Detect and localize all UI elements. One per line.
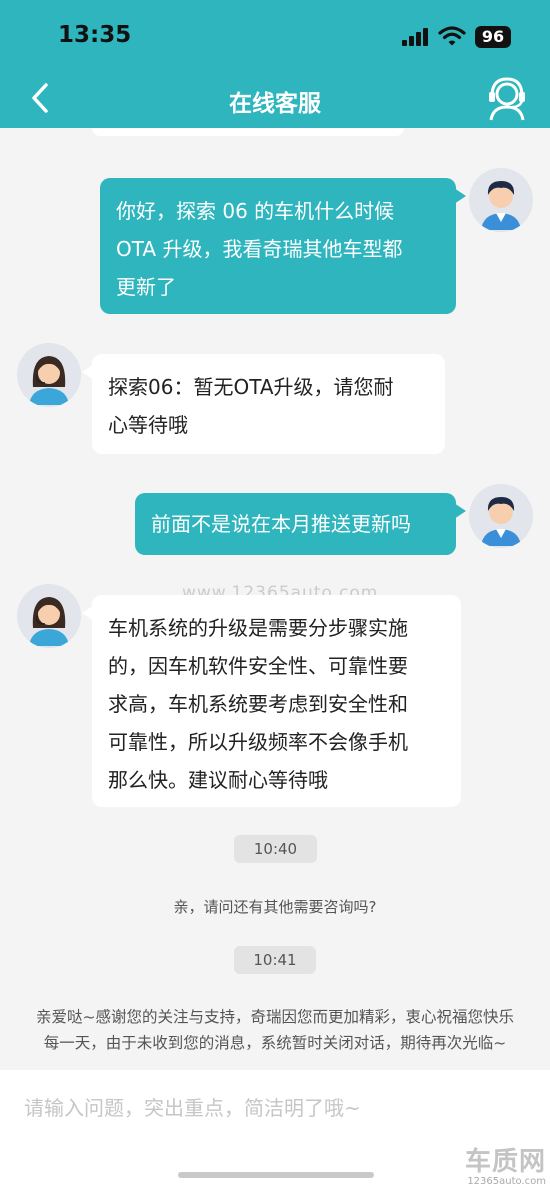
- home-indicator[interactable]: [178, 1172, 374, 1178]
- chat-messages[interactable]: 你好，探索 06 的车机什么时候 OTA 升级，我看奇瑞其他车型都 更新了 探索…: [0, 128, 550, 1070]
- agent-avatar-icon: [17, 584, 81, 648]
- user-message-bubble: 前面不是说在本月推送更新吗: [135, 493, 466, 555]
- user-message-bubble: 你好，探索 06 的车机什么时候 OTA 升级，我看奇瑞其他车型都 更新了: [100, 178, 466, 314]
- message-line: 前面不是说在本月推送更新吗: [151, 512, 411, 536]
- message-line: 的，因车机软件安全性、可靠性要: [108, 654, 408, 678]
- user-avatar-icon: [469, 484, 533, 548]
- status-time: 13:35: [58, 22, 132, 48]
- timestamp: 10:41: [234, 946, 316, 974]
- session-closed-message: 亲爱哒~感谢您的关注与支持，奇瑞因您而更加精彩，衷心祝福您快乐 每一天，由于未收…: [12, 1004, 538, 1056]
- customer-service-agent-icon[interactable]: [484, 74, 530, 122]
- message-line: 心等待哦: [108, 413, 188, 437]
- timestamp: 10:40: [234, 835, 317, 863]
- closing-line: 亲爱哒~感谢您的关注与支持，奇瑞因您而更加精彩，衷心祝福您快乐: [36, 1008, 514, 1026]
- site-logo: 车质网 12365auto.com: [462, 1148, 546, 1187]
- closing-line: 每一天，由于未收到您的消息，系统暂时关闭对话，期待再次光临~: [43, 1034, 507, 1052]
- system-message: 亲，请问还有其他需要咨询吗?: [173, 898, 377, 916]
- agent-message-bubble: 车机系统的升级是需要分步骤实施 的，因车机软件安全性、可靠性要 求高，车机系统要…: [82, 595, 461, 807]
- message-line: 求高，车机系统要考虑到安全性和: [108, 692, 408, 716]
- logo-text: 车质网: [464, 1147, 546, 1177]
- page-title: 在线客服: [229, 91, 321, 117]
- battery-indicator: 96: [475, 26, 511, 48]
- message-line: 探索06：暂无OTA升级，请您耐: [108, 375, 394, 399]
- message-line: 你好，探索 06 的车机什么时候: [116, 199, 395, 223]
- wifi-icon: [438, 26, 466, 46]
- message-line: 更新了: [116, 275, 176, 299]
- message-line: 可靠性，所以升级频率不会像手机: [108, 730, 408, 754]
- agent-message-bubble: 探索06：暂无OTA升级，请您耐 心等待哦: [82, 354, 445, 454]
- message-line: 那么快。建议耐心等待哦: [108, 768, 328, 792]
- nav-bar: 在线客服: [0, 70, 550, 128]
- message-input[interactable]: [24, 1092, 524, 1124]
- message-line: 车机系统的升级是需要分步骤实施: [108, 616, 408, 640]
- user-avatar-icon: [469, 168, 533, 232]
- agent-avatar-icon: [17, 343, 81, 407]
- app-header: 13:35 96 在线客服: [0, 0, 550, 128]
- logo-url: 12365auto.com: [467, 1176, 546, 1187]
- message-line: OTA 升级，我看奇瑞其他车型都: [116, 237, 403, 261]
- status-bar: 13:35 96: [0, 0, 550, 70]
- cellular-signal-icon: [402, 28, 430, 46]
- previous-message-bubble: [92, 128, 404, 136]
- input-area: 车质网 12365auto.com: [0, 1070, 550, 1190]
